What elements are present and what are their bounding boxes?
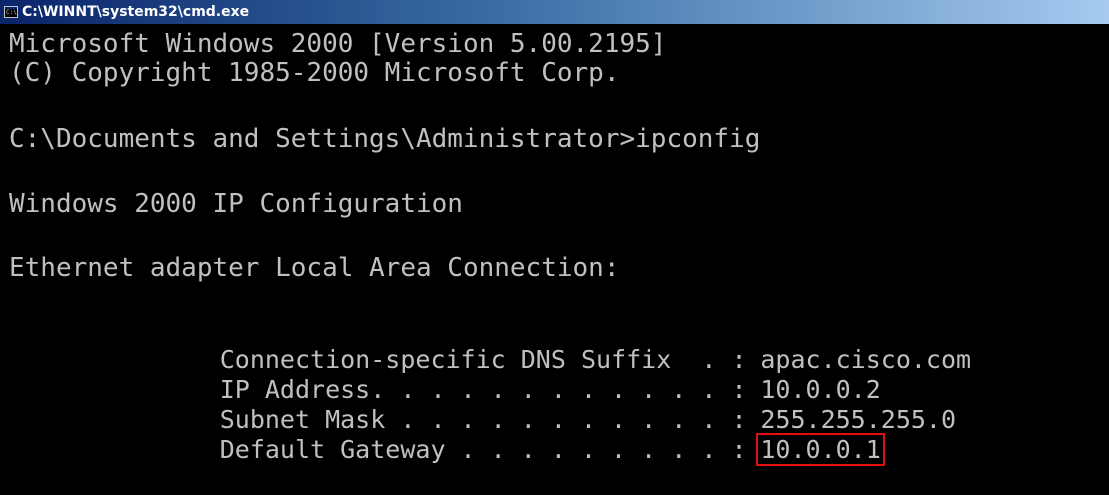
console-line-adapter: Ethernet adapter Local Area Connection: (9, 253, 620, 283)
console-output[interactable]: Microsoft Windows 2000 [Version 5.00.219… (9, 29, 1104, 489)
gateway-highlight: 10.0.0.1 (756, 433, 885, 466)
detail-row-dns-suffix: Connection-specific DNS Suffix . : apac.… (9, 322, 971, 372)
console-icon[interactable] (4, 6, 18, 18)
window-title: C:\WINNT\system32\cmd.exe (22, 4, 250, 20)
title-bar[interactable]: C:\WINNT\system32\cmd.exe (0, 0, 1109, 24)
console-line-copyright: (C) Copyright 1985-2000 Microsoft Corp. (9, 58, 620, 88)
detail-row-ip-address: IP Address. . . . . . . . . . . . : 10.0… (9, 352, 881, 402)
detail-label: Default Gateway . . . . . . . . . : (99, 435, 747, 464)
detail-row-subnet-mask: Subnet Mask . . . . . . . . . . . : 255.… (9, 382, 956, 432)
console-line-config-header: Windows 2000 IP Configuration (9, 189, 463, 219)
console-line-command: C:\Documents and Settings\Administrator>… (9, 124, 761, 154)
console-line-version: Microsoft Windows 2000 [Version 5.00.219… (9, 29, 667, 59)
detail-row-default-gateway: Default Gateway . . . . . . . . . : 10.0… (9, 412, 885, 466)
cmd-window: C:\WINNT\system32\cmd.exe Microsoft Wind… (0, 0, 1109, 495)
